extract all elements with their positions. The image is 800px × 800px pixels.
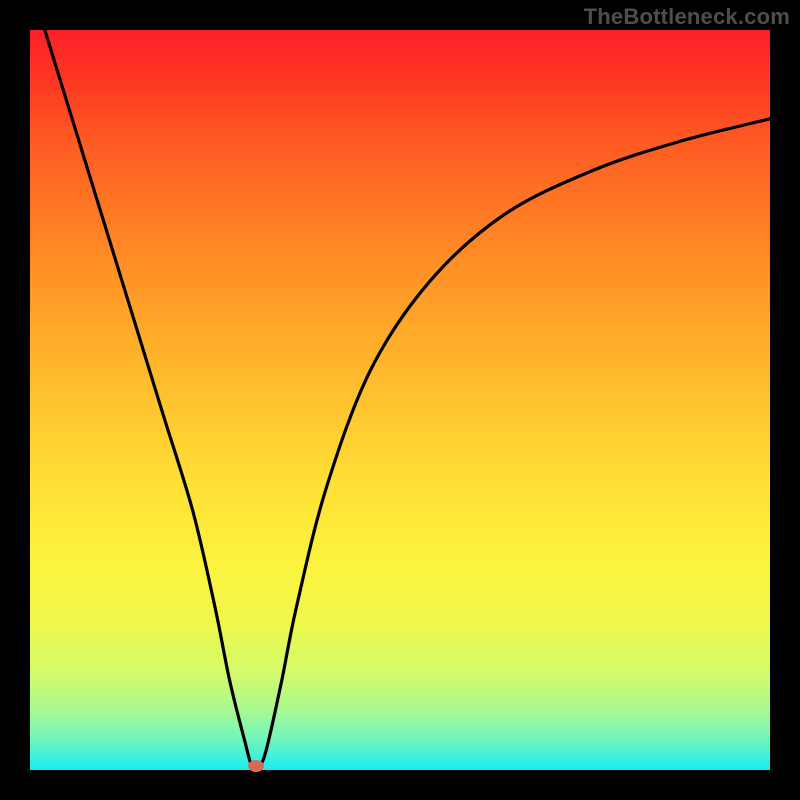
minimum-marker bbox=[248, 760, 264, 772]
curve-svg bbox=[30, 30, 770, 770]
plot-area bbox=[30, 30, 770, 770]
watermark-text: TheBottleneck.com bbox=[584, 4, 790, 30]
chart-stage: TheBottleneck.com bbox=[0, 0, 800, 800]
bottleneck-curve bbox=[45, 30, 770, 769]
